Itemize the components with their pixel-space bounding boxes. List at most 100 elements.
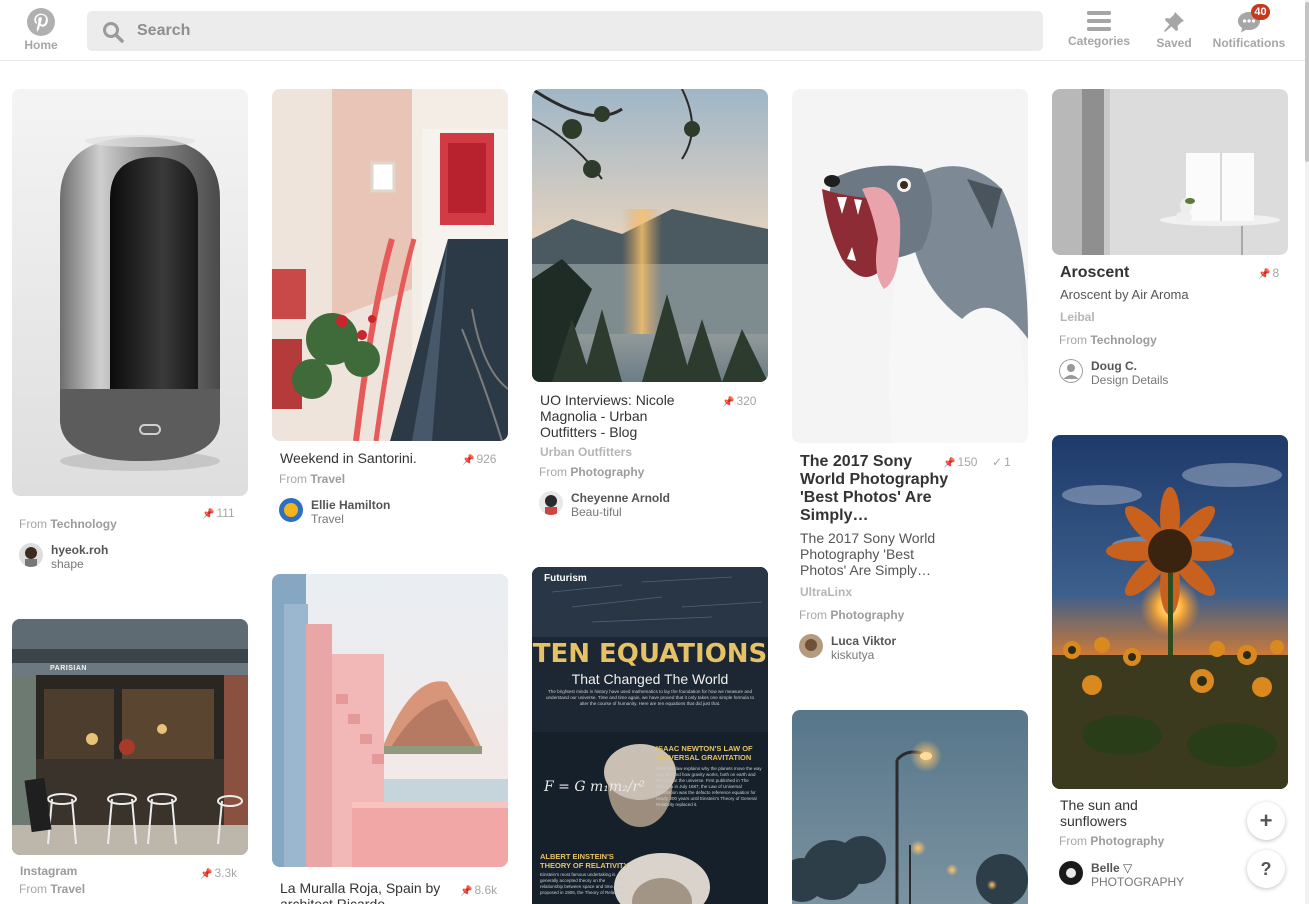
pinner-board[interactable]: kiskutya bbox=[831, 648, 874, 662]
shop-sign-text: PARISIAN bbox=[50, 665, 87, 672]
pin-image[interactable] bbox=[792, 89, 1028, 443]
pin-title[interactable]: Aroscent bbox=[1060, 264, 1230, 282]
pin-title[interactable]: Weekend in Santorini. bbox=[280, 450, 450, 466]
pinner-name[interactable]: hyeok.roh bbox=[51, 543, 108, 557]
pinner-name[interactable]: Doug C. bbox=[1091, 359, 1137, 373]
home-button[interactable]: Home bbox=[21, 8, 61, 54]
source-domain[interactable]: UltraLinx bbox=[800, 585, 852, 599]
pin-description: Aroscent by Air Aroma bbox=[1060, 287, 1189, 302]
einstein-section-body: Einstein's most famous undertaking is ge… bbox=[540, 872, 625, 895]
pin-source: From Technology bbox=[19, 517, 117, 531]
notification-count-badge: 40 bbox=[1251, 4, 1270, 20]
pin-card[interactable]: PARISIAN Instagram 📌 3.3k From Travel bbox=[12, 619, 248, 904]
pin-title[interactable]: The sun and sunflowers bbox=[1060, 797, 1200, 829]
pinner-board[interactable]: Design Details bbox=[1091, 373, 1168, 387]
einstein-section-title: ALBERT EINSTEIN'S THEORY OF RELATIVITY bbox=[540, 852, 629, 870]
add-pin-button[interactable]: + bbox=[1247, 802, 1285, 840]
notifications-label: Notifications bbox=[1212, 36, 1286, 50]
avatar[interactable] bbox=[799, 634, 823, 658]
categories-label: Categories bbox=[1067, 34, 1131, 48]
pin-source: From Photography bbox=[539, 465, 644, 479]
save-count-value: 3.3k bbox=[214, 866, 238, 880]
infographic-brand: Futurism bbox=[544, 573, 587, 584]
pin-card[interactable]: Weekend in Santorini. 📌 926 From Travel E… bbox=[272, 89, 508, 539]
pin-card[interactable]: La Muralla Roja, Spain by architect Rica… bbox=[272, 574, 508, 904]
pin-title[interactable]: The 2017 Sony World Photography 'Best Ph… bbox=[800, 453, 960, 525]
source-domain[interactable]: Leibal bbox=[1060, 310, 1095, 324]
pin-title[interactable]: UO Interviews: Nicole Magnolia - Urban O… bbox=[540, 392, 708, 440]
home-label: Home bbox=[24, 38, 58, 52]
source-category[interactable]: Photography bbox=[830, 608, 904, 622]
pinner-board[interactable]: Travel bbox=[311, 512, 344, 526]
scrollbar-thumb[interactable] bbox=[1305, 2, 1309, 162]
from-prefix: From bbox=[279, 472, 307, 486]
save-count-value: 8 bbox=[1272, 266, 1280, 280]
pin-image[interactable] bbox=[272, 89, 508, 441]
search-bar[interactable] bbox=[87, 11, 1043, 51]
search-input[interactable] bbox=[137, 11, 1027, 51]
source-category[interactable]: Travel bbox=[310, 472, 345, 486]
pin-card[interactable]: The 2017 Sony World Photography 'Best Ph… bbox=[792, 89, 1028, 669]
save-count-value: 320 bbox=[736, 394, 757, 408]
pinner-name[interactable]: Belle ▽ bbox=[1091, 861, 1132, 875]
save-count-value: 150 bbox=[957, 455, 978, 469]
menu-icon bbox=[1087, 11, 1111, 31]
pinner-board[interactable]: Beau-tiful bbox=[571, 505, 622, 519]
save-count: 📌 926 bbox=[462, 452, 496, 466]
pinner-board[interactable]: shape bbox=[51, 557, 84, 571]
pin-count-icon: 📌 bbox=[202, 509, 215, 520]
page-scrollbar[interactable] bbox=[1305, 0, 1309, 904]
avatar[interactable] bbox=[539, 491, 563, 515]
save-count: 📌 3.3k bbox=[200, 866, 237, 880]
notifications-button[interactable]: 40 Notifications bbox=[1210, 4, 1288, 54]
from-prefix: From bbox=[799, 608, 827, 622]
pin-source: From Technology bbox=[1059, 333, 1157, 347]
from-prefix: From bbox=[1059, 333, 1087, 347]
pin-image[interactable]: Futurism TEN EQUATIONS That Changed The … bbox=[532, 567, 768, 904]
pin-image[interactable] bbox=[532, 89, 768, 382]
pin-count-icon: 📌 bbox=[1258, 269, 1271, 280]
avatar[interactable] bbox=[19, 543, 43, 567]
source-category[interactable]: Photography bbox=[1090, 834, 1164, 848]
pin-card[interactable]: Aroscent 📌 8 Aroscent by Air Aroma Leibal… bbox=[1052, 89, 1288, 399]
avatar[interactable] bbox=[1059, 359, 1083, 383]
pin-image[interactable] bbox=[1052, 435, 1288, 789]
pin-count-icon: 📌 bbox=[943, 458, 956, 469]
pinner-board[interactable]: PHOTOGRAPHY bbox=[1091, 875, 1184, 889]
pin-title[interactable]: La Muralla Roja, Spain by architect Rica… bbox=[280, 880, 450, 904]
newton-section-body: Newton's law explains why the planets mo… bbox=[656, 766, 762, 807]
save-count: 📌 320 bbox=[722, 394, 756, 408]
pinner-name[interactable]: Cheyenne Arnold bbox=[571, 491, 670, 505]
pin-image[interactable] bbox=[792, 710, 1028, 904]
source-category[interactable]: Travel bbox=[50, 882, 85, 896]
pin-image[interactable] bbox=[12, 89, 248, 496]
pinner-name[interactable]: Luca Viktor bbox=[831, 634, 896, 648]
pin-image[interactable] bbox=[1052, 89, 1288, 255]
categories-button[interactable]: Categories bbox=[1066, 10, 1132, 54]
top-nav-bar: Home Categories Saved 40 Notifications bbox=[0, 0, 1305, 61]
save-count: 📌 111 bbox=[202, 506, 235, 520]
source-category[interactable]: Technology bbox=[1090, 333, 1156, 347]
pinner-name[interactable]: Ellie Hamilton bbox=[311, 498, 390, 512]
avatar[interactable] bbox=[1059, 861, 1083, 885]
save-count: 📌 8 bbox=[1258, 266, 1279, 280]
pin-card[interactable]: Futurism TEN EQUATIONS That Changed The … bbox=[532, 567, 768, 904]
pin-image[interactable]: PARISIAN bbox=[12, 619, 248, 855]
source-category[interactable]: Technology bbox=[50, 517, 116, 531]
pin-title[interactable]: Instagram bbox=[20, 863, 190, 879]
help-button[interactable]: ? bbox=[1247, 850, 1285, 888]
infographic-headline: TEN EQUATIONS bbox=[532, 639, 768, 669]
pin-count-icon: 📌 bbox=[460, 886, 473, 897]
source-domain[interactable]: Urban Outfitters bbox=[540, 445, 632, 459]
pin-card[interactable]: 📌 111 From Technology hyeok.roh shape bbox=[12, 89, 248, 579]
newton-section-title: ISAAC NEWTON'S LAW OF UNIVERSAL GRAVITAT… bbox=[656, 744, 753, 762]
pin-card[interactable]: UO Interviews: Nicole Magnolia - Urban O… bbox=[532, 89, 768, 529]
avatar[interactable] bbox=[279, 498, 303, 522]
saved-button[interactable]: Saved bbox=[1152, 10, 1196, 54]
newton-formula: F = G m₁m₂/r² bbox=[544, 779, 645, 795]
pin-image[interactable] bbox=[272, 574, 508, 867]
from-prefix: From bbox=[19, 882, 47, 896]
pin-card[interactable] bbox=[792, 710, 1028, 904]
pin-count-icon: 📌 bbox=[722, 397, 735, 408]
source-category[interactable]: Photography bbox=[570, 465, 644, 479]
